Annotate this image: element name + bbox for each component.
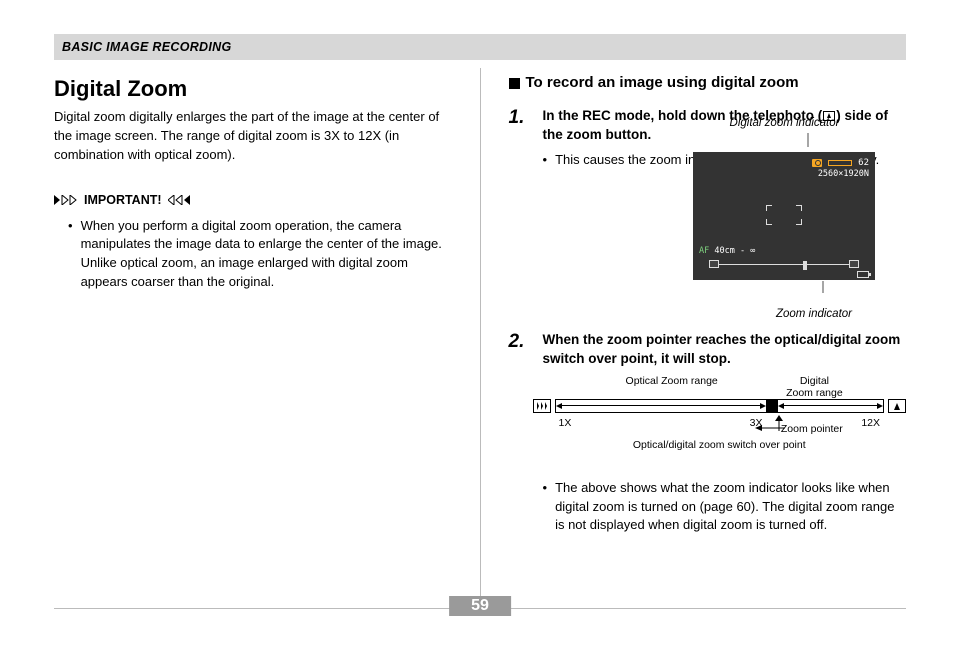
bullet-dot-icon: •: [543, 151, 548, 169]
zoom-indicator-callout: Zoom indicator: [693, 308, 852, 320]
lcd-zoom-knob-icon: [803, 261, 807, 270]
callout-line-icon: [693, 281, 876, 293]
lcd-zoom-bar: [709, 260, 859, 268]
page-number: 59: [449, 596, 511, 616]
tele-endcap-icon: [888, 399, 906, 413]
digital-label-b: Zoom range: [767, 387, 862, 399]
lcd-resolution: 2560×1920N: [693, 169, 875, 179]
tele-icon: [849, 260, 859, 268]
subheading: To record an image using digital zoom: [509, 74, 907, 91]
closing-note-text: The above shows what the zoom indicator …: [555, 479, 906, 536]
page-title: Digital Zoom: [54, 76, 452, 102]
zoom-range-diagram: Optical Zoom range Digital Zoom range: [533, 375, 907, 461]
digital-zoom-indicator-callout: Digital zoom indicator: [693, 117, 876, 129]
important-bullet: • When you perform a digital zoom operat…: [54, 217, 452, 292]
scale-12x: 12X: [861, 417, 880, 429]
closing-note: • The above shows what the zoom indicato…: [509, 479, 907, 536]
column-divider: [480, 68, 481, 613]
zoom-pointer-marker-icon: [766, 400, 778, 412]
step-1-number: 1.: [509, 107, 531, 169]
bullet-dot-icon: •: [543, 479, 548, 536]
square-bullet-icon: [509, 78, 520, 89]
zoom-pointer-label: Zoom pointer: [781, 423, 843, 435]
step-2-instruction: When the zoom pointer reaches the optica…: [543, 331, 907, 369]
subheading-text: To record an image using digital zoom: [526, 74, 799, 91]
callout-line-icon: [693, 133, 876, 147]
section-header: BASIC IMAGE RECORDING: [54, 34, 906, 60]
bullet-dot-icon: •: [68, 217, 73, 292]
important-label: IMPORTANT!: [84, 193, 162, 207]
left-column: Digital Zoom Digital zoom digitally enla…: [54, 68, 452, 613]
right-column: To record an image using digital zoom 1.…: [509, 68, 907, 613]
lcd-shots-remaining: 62: [858, 158, 869, 168]
zoom-pointer-arrow-icon: [755, 424, 785, 436]
important-right-icon: [168, 195, 192, 205]
switch-point-label: Optical/digital zoom switch over point: [533, 439, 907, 451]
battery-icon: [857, 271, 869, 278]
lcd-af-range: 40cm - ∞: [714, 246, 755, 256]
optical-zoom-range-label: Optical Zoom range: [577, 375, 767, 399]
lcd-af-text: AF 40cm - ∞: [699, 246, 755, 256]
digital-label-a: Digital: [767, 375, 862, 387]
wide-endcap-icon: [533, 399, 551, 413]
important-heading: IMPORTANT!: [54, 193, 452, 207]
focus-brackets-icon: [766, 205, 802, 225]
section-header-text: BASIC IMAGE RECORDING: [62, 40, 232, 54]
lcd-af-prefix: AF: [699, 246, 709, 256]
intro-text: Digital zoom digitally enlarges the part…: [54, 108, 452, 165]
digital-range-arrow-icon: [778, 403, 883, 409]
scale-1x: 1X: [559, 417, 572, 429]
wide-icon: [709, 260, 719, 268]
digital-zoom-range-label: Digital Zoom range: [767, 375, 862, 399]
step-2-number: 2.: [509, 331, 531, 369]
lcd-preview: 62 2560×1920N AF 40cm - ∞: [693, 152, 875, 280]
important-bullet-text: When you perform a digital zoom operatio…: [81, 217, 452, 292]
indicator-bar-icon: [828, 160, 852, 166]
page-footer: 59: [54, 608, 906, 630]
important-left-icon: [54, 195, 78, 205]
camera-icon: [812, 159, 822, 167]
optical-range-arrow-icon: [556, 403, 766, 409]
step-2: 2. When the zoom pointer reaches the opt…: [509, 331, 907, 369]
